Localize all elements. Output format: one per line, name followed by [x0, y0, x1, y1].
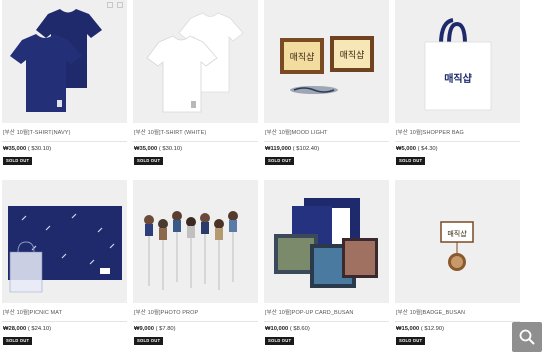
divider — [264, 141, 389, 142]
divider — [264, 321, 389, 322]
expand-icon — [107, 2, 113, 8]
product-title[interactable]: [부산 10월]BADGE_BUSAN — [396, 308, 465, 316]
divider — [2, 321, 127, 322]
sold-out-badge: SOLD OUT — [3, 157, 33, 165]
product-image-picnic-mat[interactable] — [2, 180, 127, 303]
product-title[interactable]: [부산 10월]PHOTO PROP — [134, 308, 198, 316]
sold-out-badge: SOLD OUT — [134, 337, 164, 345]
product-title[interactable]: [부산 10월]SHOPPER BAG — [396, 128, 464, 136]
product-price: ₩15,000 ( $12.90) — [396, 326, 445, 332]
divider — [395, 321, 520, 322]
sold-out-badge: SOLD OUT — [3, 337, 33, 345]
sold-out-badge: SOLD OUT — [265, 337, 295, 345]
product-price: ₩9,000 ( $7.80) — [134, 326, 176, 332]
photo-prop-image — [144, 211, 238, 290]
divider — [2, 141, 127, 142]
product-image-shopper-bag[interactable]: 매직샵 — [395, 0, 520, 123]
product-price: ₩35,000 ( $30.10) — [3, 146, 52, 152]
sign-text: 매직샵 — [340, 50, 365, 61]
product-price: ₩35,000 ( $30.10) — [134, 146, 183, 152]
sold-out-badge: SOLD OUT — [396, 157, 426, 165]
product-title[interactable]: [부산 10월]MOOD LIGHT — [265, 128, 328, 136]
magnifier-icon — [519, 329, 535, 345]
product-title[interactable]: [부산 10월]POP-UP CARD_BUSAN — [265, 308, 354, 316]
product-image-white-tshirt[interactable] — [133, 0, 258, 123]
picnic-mat-image — [8, 206, 122, 293]
grid-icon — [117, 2, 123, 8]
sign-text: 매직샵 — [444, 72, 472, 85]
sold-out-badge: SOLD OUT — [134, 157, 164, 165]
product-image-badge[interactable]: 매직샵 — [395, 180, 520, 303]
popup-card-image — [274, 198, 378, 288]
sold-out-badge: SOLD OUT — [396, 337, 426, 345]
product-price: ₩5,000 ( $4.30) — [396, 146, 438, 152]
product-image-photo-prop[interactable] — [133, 180, 258, 303]
product-title[interactable]: [부산 10월]T-SHIRT (WHITE) — [134, 128, 206, 136]
product-title[interactable]: [부산 10월]T-SHIRT(NAVY) — [3, 128, 71, 136]
zoom-button[interactable] — [512, 322, 542, 352]
product-grid: [부산 10월]T-SHIRT(NAVY) ₩35,000 ( $30.10) … — [0, 0, 544, 359]
navy-tshirt-image — [10, 9, 102, 112]
product-image-navy-tshirt[interactable] — [2, 0, 127, 123]
badge-image: 매직샵 — [440, 221, 474, 271]
white-tshirt-image — [146, 12, 244, 113]
product-price: ₩10,000 ( $8.60) — [265, 326, 310, 332]
product-image-mood-light[interactable]: 매직샵 매직샵 — [264, 0, 389, 123]
image-controls — [107, 2, 123, 8]
divider — [133, 141, 258, 142]
product-price: ₩28,000 ( $24.10) — [3, 326, 52, 332]
mood-light-image: 매직샵 매직샵 — [280, 36, 374, 94]
product-image-popup-card[interactable] — [264, 180, 389, 303]
divider — [395, 141, 520, 142]
sign-text: 매직샵 — [290, 52, 315, 63]
sold-out-badge: SOLD OUT — [265, 157, 295, 165]
sign-text: 매직샵 — [447, 229, 467, 238]
divider — [133, 321, 258, 322]
product-price: ₩119,000 ( $102.40) — [265, 146, 320, 152]
product-title[interactable]: [부산 10월]PICNIC MAT — [3, 308, 62, 316]
shopper-bag-image: 매직샵 — [424, 18, 492, 111]
